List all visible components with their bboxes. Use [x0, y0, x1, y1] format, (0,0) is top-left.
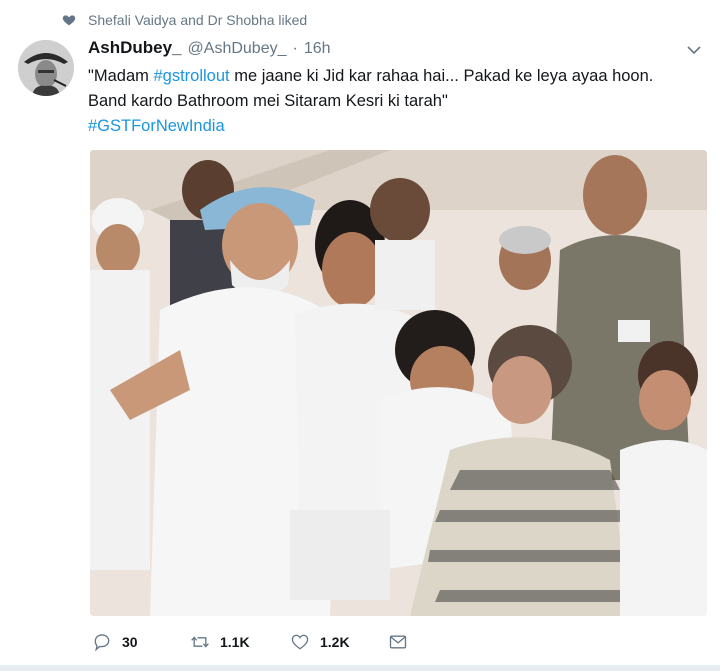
- reply-button[interactable]: 30: [92, 632, 190, 652]
- hashtag-link-gstrollout[interactable]: #gstrollout: [153, 67, 229, 85]
- tweet-header: AshDubey_ @AshDubey_ · 16h: [88, 38, 331, 58]
- social-context-text[interactable]: Shefali Vaidya and Dr Shobha liked: [88, 12, 307, 28]
- tweet-text-suffix: me jaane ki Jid kar rahaa hai... Pakad k…: [229, 67, 654, 85]
- tweet-timestamp[interactable]: 16h: [304, 40, 331, 58]
- retweet-button[interactable]: 1.1K: [190, 632, 290, 652]
- tweet-text-prefix: "Madam: [88, 67, 154, 85]
- tweet-line-1: "Madam #gstrollout me jaane ki Jid kar r…: [88, 64, 708, 89]
- avatar[interactable]: [18, 40, 74, 96]
- reply-count: 30: [122, 634, 138, 650]
- like-button[interactable]: 1.2K: [290, 632, 388, 652]
- tweet-media-photo[interactable]: [90, 150, 707, 616]
- tweet-divider: [0, 665, 720, 671]
- author-handle[interactable]: @AshDubey_: [188, 40, 287, 58]
- chevron-down-icon[interactable]: [686, 42, 702, 58]
- tweet-text: "Madam #gstrollout me jaane ki Jid kar r…: [88, 64, 708, 139]
- separator-dot: ·: [292, 40, 298, 57]
- direct-message-button[interactable]: [388, 632, 408, 652]
- retweet-icon: [191, 636, 209, 648]
- tweet-card[interactable]: Shefali Vaidya and Dr Shobha liked AshDu…: [0, 0, 720, 671]
- tweet-actions: 30 1.1K 1.2K: [92, 632, 408, 652]
- avatar-image: [18, 40, 74, 96]
- envelope-icon: [389, 635, 407, 649]
- tweet-line-2: Band kardo Bathroom mei Sitaram Kesri ki…: [88, 92, 448, 110]
- reply-icon: [94, 634, 110, 652]
- heart-outline-icon: [291, 634, 309, 650]
- like-count: 1.2K: [320, 634, 350, 650]
- social-context: Shefali Vaidya and Dr Shobha liked: [62, 12, 307, 28]
- heart-icon: [62, 15, 76, 26]
- photo-illustration: [90, 150, 707, 616]
- author-display-name[interactable]: AshDubey_: [88, 38, 182, 58]
- hashtag-link-gstfornewindia[interactable]: #GSTForNewIndia: [88, 114, 708, 139]
- retweet-count: 1.1K: [220, 634, 250, 650]
